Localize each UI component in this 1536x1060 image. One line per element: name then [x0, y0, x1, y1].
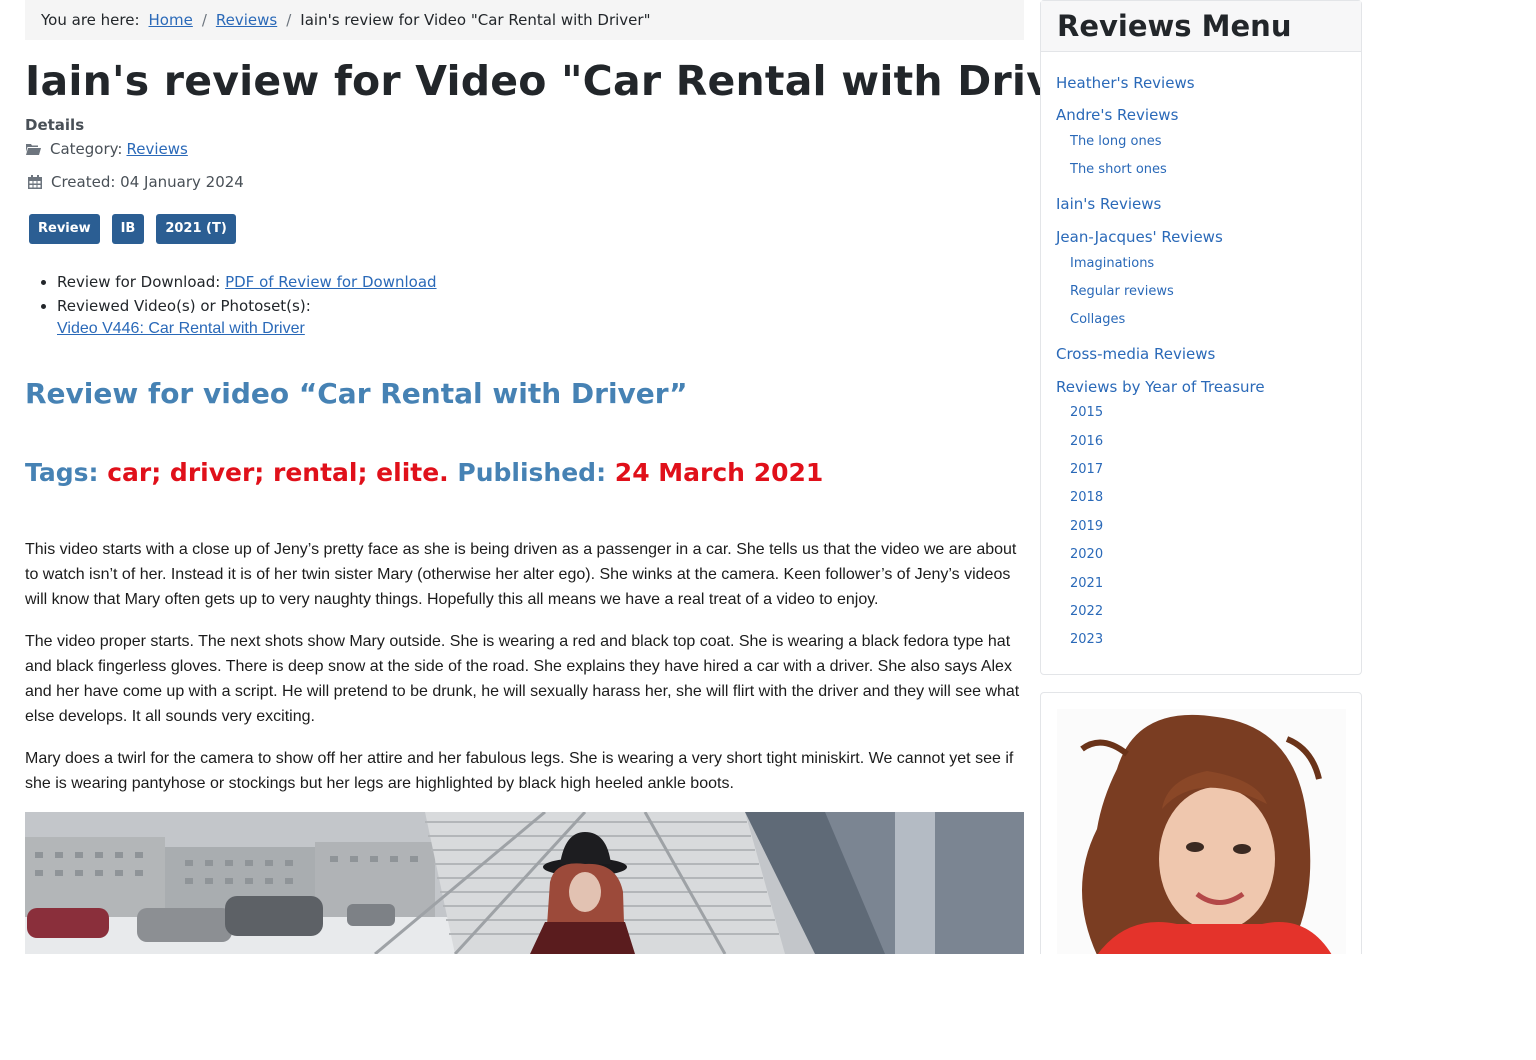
- breadcrumb: You are here: Home / Reviews / Iain's re…: [25, 0, 1024, 40]
- menu-item-reviews-by-year[interactable]: Reviews by Year of Treasure: [1056, 378, 1265, 396]
- folder-open-icon: [26, 143, 41, 155]
- list-item: Review for Download: PDF of Review for D…: [57, 270, 437, 294]
- published-value: 24 March 2021: [614, 458, 824, 487]
- menu-item-iains-reviews[interactable]: Iain's Reviews: [1056, 195, 1161, 213]
- breadcrumb-reviews-link[interactable]: Reviews: [216, 11, 277, 29]
- created-meta: Created: 04 January 2024: [25, 173, 244, 191]
- menu-item-collages[interactable]: Collages: [1070, 312, 1125, 327]
- menu-item-year-2023[interactable]: 2023: [1070, 632, 1103, 647]
- menu-item-year-2021[interactable]: 2021: [1070, 576, 1103, 591]
- breadcrumb-separator: /: [286, 11, 292, 29]
- reviews-menu: Reviews Menu Heather's Reviews Andre's R…: [1040, 0, 1362, 675]
- menu-item-jean-jacques-reviews[interactable]: Jean-Jacques' Reviews: [1056, 228, 1223, 246]
- menu-header: Reviews Menu: [1041, 1, 1361, 52]
- menu-item-year-2016[interactable]: 2016: [1070, 434, 1103, 449]
- category-label: Category:: [50, 140, 123, 158]
- breadcrumb-home-link[interactable]: Home: [149, 11, 193, 29]
- details-label: Details: [25, 116, 85, 134]
- list-item: Reviewed Video(s) or Photoset(s):: [57, 294, 437, 318]
- menu-item-imaginations[interactable]: Imaginations: [1070, 256, 1154, 271]
- breadcrumb-prefix: You are here:: [41, 11, 140, 29]
- published-label: Published:: [457, 458, 607, 487]
- tag-list: Review IB 2021 (T): [29, 214, 236, 244]
- review-links-list: Review for Download: PDF of Review for D…: [25, 270, 437, 318]
- main-content: You are here: Home / Reviews / Iain's re…: [25, 0, 1123, 954]
- page-bottom-blank: [0, 954, 1536, 1060]
- menu-item-heathers-reviews[interactable]: Heather's Reviews: [1056, 74, 1195, 92]
- calendar-icon: [28, 175, 42, 189]
- menu-item-year-2022[interactable]: 2022: [1070, 604, 1103, 619]
- tag-ib[interactable]: IB: [111, 214, 145, 244]
- menu-item-year-2020[interactable]: 2020: [1070, 547, 1103, 562]
- review-paragraph-2: The video proper starts. The next shots …: [25, 633, 1020, 725]
- review-paragraph-1: This video starts with a close up of Jen…: [25, 541, 1017, 608]
- reviewed-label: Reviewed Video(s) or Photoset(s):: [57, 297, 311, 315]
- review-subtitle: Review for video “Car Rental with Driver…: [25, 377, 688, 410]
- tag-2021-t[interactable]: 2021 (T): [156, 214, 236, 244]
- pdf-download-link[interactable]: PDF of Review for Download: [225, 273, 436, 291]
- tags-value: car; driver; rental; elite.: [107, 458, 449, 487]
- menu-title: Reviews Menu: [1057, 9, 1292, 43]
- menu-item-year-2017[interactable]: 2017: [1070, 462, 1103, 477]
- menu-item-year-2019[interactable]: 2019: [1070, 519, 1103, 534]
- menu-item-year-2018[interactable]: 2018: [1070, 490, 1103, 505]
- tags-label: Tags:: [25, 458, 99, 487]
- menu-item-the-long-ones[interactable]: The long ones: [1070, 134, 1161, 149]
- street-scene-illustration: [25, 812, 1024, 954]
- menu-item-regular-reviews[interactable]: Regular reviews: [1070, 284, 1174, 299]
- video-link[interactable]: Video V446: Car Rental with Driver: [57, 320, 305, 338]
- created-date: Created: 04 January 2024: [51, 173, 244, 191]
- video-still-image: [25, 812, 1024, 954]
- tags-published-line: Tags: car; driver; rental; elite. Publis…: [25, 458, 823, 487]
- review-paragraph-3: Mary does a twirl for the camera to show…: [25, 750, 1014, 792]
- menu-item-andres-reviews[interactable]: Andre's Reviews: [1056, 106, 1178, 124]
- breadcrumb-separator: /: [201, 11, 207, 29]
- sidebar: Reviews Menu Heather's Reviews Andre's R…: [1040, 0, 1362, 972]
- menu-item-the-short-ones[interactable]: The short ones: [1070, 162, 1167, 177]
- tag-review[interactable]: Review: [29, 214, 100, 244]
- portrait-card: [1040, 692, 1362, 972]
- page-title: Iain's review for Video "Car Rental with…: [25, 57, 1124, 105]
- portrait-illustration: [1057, 709, 1346, 955]
- menu-item-cross-media-reviews[interactable]: Cross-media Reviews: [1056, 345, 1215, 363]
- menu-item-year-2015[interactable]: 2015: [1070, 405, 1103, 420]
- portrait-image: [1057, 709, 1346, 955]
- category-link[interactable]: Reviews: [126, 140, 187, 158]
- breadcrumb-current: Iain's review for Video "Car Rental with…: [300, 11, 651, 29]
- category-meta: Category: Reviews: [25, 140, 188, 158]
- download-label: Review for Download:: [57, 273, 221, 291]
